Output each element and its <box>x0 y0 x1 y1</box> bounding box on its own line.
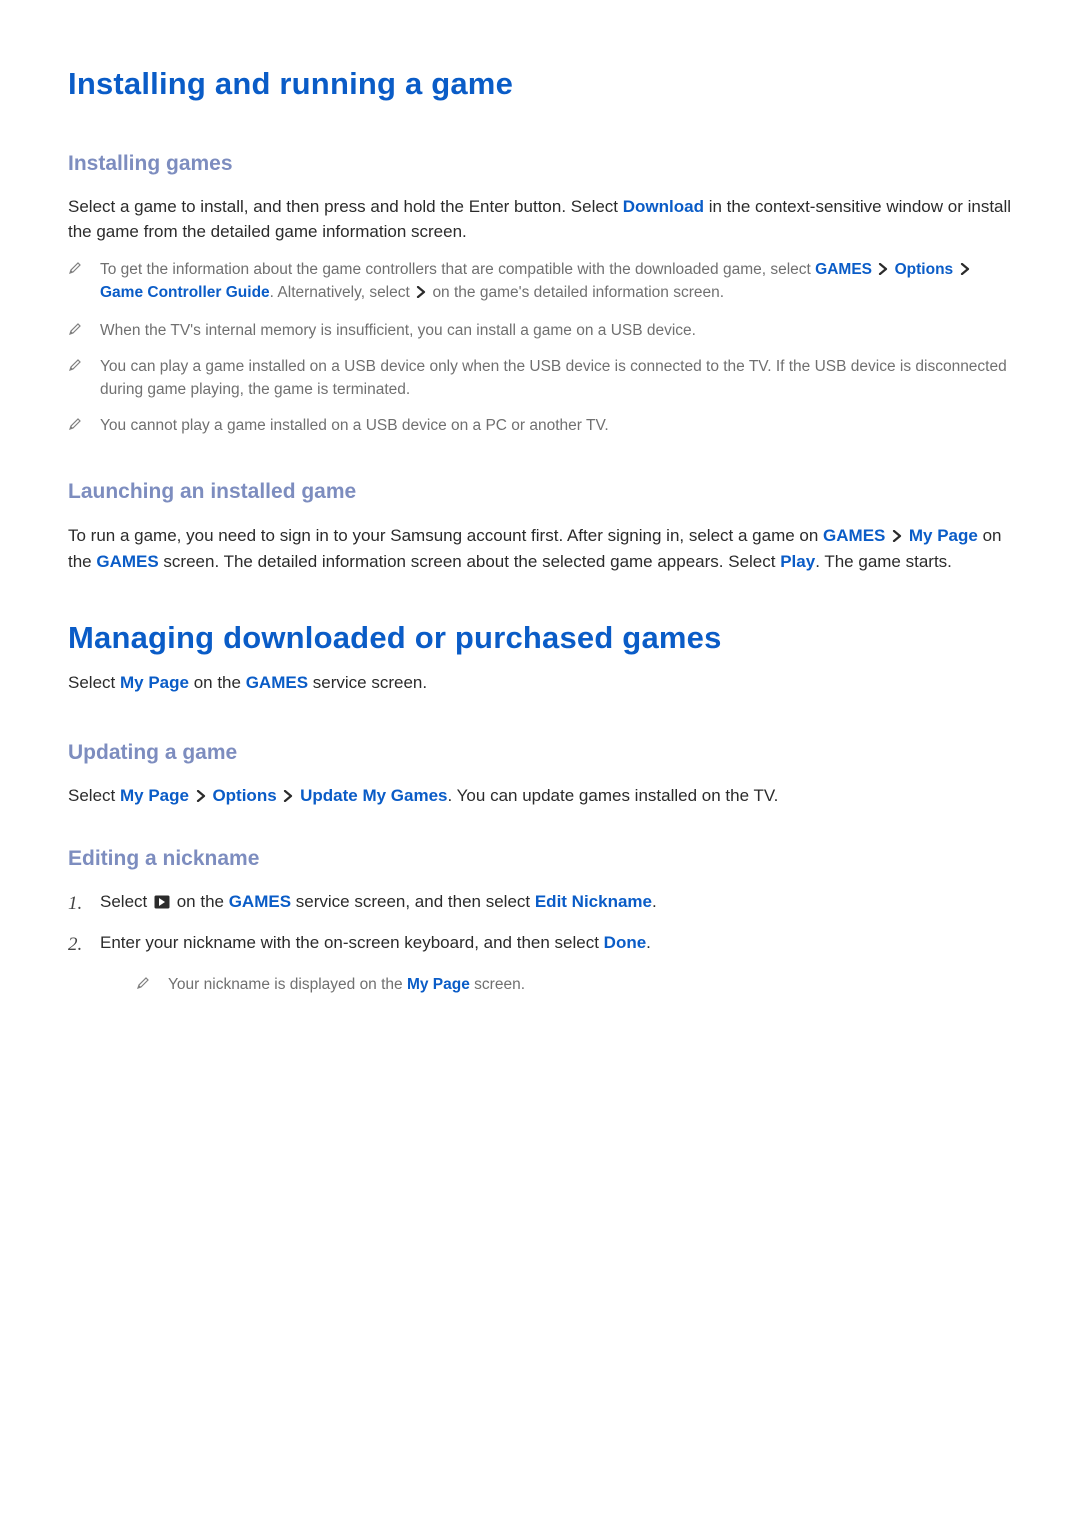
link-my-page: My Page <box>120 786 189 805</box>
paragraph-installing-intro: Select a game to install, and then press… <box>68 195 1012 244</box>
text: When the TV's internal memory is insuffi… <box>100 322 696 339</box>
text: . The game starts. <box>815 552 952 571</box>
pencil-icon <box>68 261 82 275</box>
link-my-page: My Page <box>407 976 470 993</box>
pencil-icon <box>68 417 82 431</box>
chevron-right-icon <box>878 260 888 282</box>
arrow-box-icon <box>154 892 170 917</box>
subsection-installing-games: Installing games Select a game to instal… <box>68 149 1012 438</box>
heading-launching: Launching an installed game <box>68 477 1012 507</box>
link-options: Options <box>212 786 276 805</box>
text: on the game's detailed information scree… <box>432 284 724 301</box>
link-games: GAMES <box>823 526 885 545</box>
link-done: Done <box>604 933 647 952</box>
step-1: 1. Select on the GAMES service screen, a… <box>68 890 1012 917</box>
text: Select a game to install, and then press… <box>68 197 623 216</box>
text: You can play a game installed on a USB d… <box>100 358 1007 397</box>
text: You cannot play a game installed on a US… <box>100 417 609 434</box>
paragraph-updating: Select My Page Options Update My Games. … <box>68 784 1012 810</box>
text: Select <box>68 786 120 805</box>
text: service screen. <box>308 673 427 692</box>
text: on the <box>172 892 229 911</box>
subsection-updating: Updating a game Select My Page Options U… <box>68 738 1012 810</box>
note-item: Your nickname is displayed on the My Pag… <box>100 974 1012 996</box>
link-my-page: My Page <box>120 673 189 692</box>
text: . You can update games installed on the … <box>448 786 779 805</box>
text: To run a game, you need to sign in to yo… <box>68 526 823 545</box>
step-number: 1. <box>68 890 82 918</box>
link-my-page: My Page <box>909 526 978 545</box>
link-play: Play <box>780 552 815 571</box>
section-installing-running: Installing and running a game Installing… <box>68 62 1012 574</box>
chevron-right-icon <box>892 525 902 550</box>
text: Select <box>100 892 152 911</box>
text: . <box>652 892 657 911</box>
ordered-steps: 1. Select on the GAMES service screen, a… <box>68 890 1012 996</box>
link-options: Options <box>895 261 954 278</box>
heading-managing: Managing downloaded or purchased games <box>68 616 1012 661</box>
pencil-icon <box>136 976 150 990</box>
link-update-my-games: Update My Games <box>300 786 447 805</box>
step-2: 2. Enter your nickname with the on-scree… <box>68 931 1012 996</box>
pencil-icon <box>68 358 82 372</box>
note-item: When the TV's internal memory is insuffi… <box>68 320 1012 342</box>
link-games: GAMES <box>96 552 158 571</box>
paragraph-launching: To run a game, you need to sign in to yo… <box>68 524 1012 574</box>
note-item: You can play a game installed on a USB d… <box>68 356 1012 401</box>
heading-installing-games: Installing games <box>68 149 1012 179</box>
heading-editing-nickname: Editing a nickname <box>68 844 1012 874</box>
pencil-icon <box>68 322 82 336</box>
link-games: GAMES <box>229 892 291 911</box>
chevron-right-icon <box>283 785 293 810</box>
subsection-launching: Launching an installed game To run a gam… <box>68 477 1012 574</box>
heading-updating: Updating a game <box>68 738 1012 768</box>
link-download: Download <box>623 197 704 216</box>
text: . <box>646 933 651 952</box>
text: screen. <box>470 976 525 993</box>
link-games: GAMES <box>815 261 872 278</box>
note-item: You cannot play a game installed on a US… <box>68 415 1012 437</box>
text: Your nickname is displayed on the <box>168 976 407 993</box>
section-managing: Managing downloaded or purchased games S… <box>68 616 1012 996</box>
paragraph-managing-intro: Select My Page on the GAMES service scre… <box>68 671 1012 696</box>
text: . Alternatively, select <box>270 284 414 301</box>
chevron-right-icon <box>960 260 970 282</box>
text: Select <box>68 673 120 692</box>
link-edit-nickname: Edit Nickname <box>535 892 652 911</box>
text: service screen, and then select <box>291 892 535 911</box>
text: To get the information about the game co… <box>100 261 815 278</box>
text: on the <box>189 673 246 692</box>
text: screen. The detailed information screen … <box>159 552 781 571</box>
heading-installing-running: Installing and running a game <box>68 62 1012 107</box>
note-list: To get the information about the game co… <box>68 259 1012 438</box>
link-games: GAMES <box>246 673 308 692</box>
step-number: 2. <box>68 931 82 959</box>
text: Enter your nickname with the on-screen k… <box>100 933 604 952</box>
link-game-controller-guide: Game Controller Guide <box>100 284 270 301</box>
note-item: To get the information about the game co… <box>68 259 1012 306</box>
subsection-editing-nickname: Editing a nickname 1. Select on the GAME… <box>68 844 1012 996</box>
chevron-right-icon <box>416 283 426 305</box>
chevron-right-icon <box>196 785 206 810</box>
